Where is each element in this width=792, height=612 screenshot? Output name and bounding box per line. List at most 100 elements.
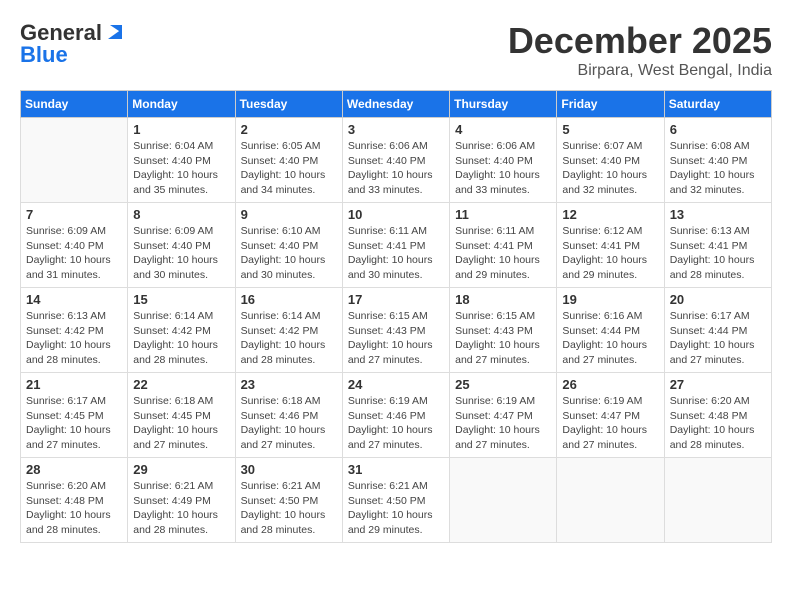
column-header-monday: Monday — [128, 91, 235, 118]
calendar-cell: 14 Sunrise: 6:13 AMSunset: 4:42 PMDayligh… — [21, 288, 128, 373]
day-info: Sunrise: 6:15 AMSunset: 4:43 PMDaylight:… — [455, 309, 551, 368]
day-number: 1 — [133, 122, 229, 137]
day-number: 18 — [455, 292, 551, 307]
calendar-cell — [557, 458, 664, 543]
week-row-2: 7 Sunrise: 6:09 AMSunset: 4:40 PMDaylight… — [21, 203, 772, 288]
calendar-cell: 8 Sunrise: 6:09 AMSunset: 4:40 PMDaylight… — [128, 203, 235, 288]
day-info: Sunrise: 6:19 AMSunset: 4:47 PMDaylight:… — [455, 394, 551, 453]
day-number: 8 — [133, 207, 229, 222]
day-number: 6 — [670, 122, 766, 137]
day-number: 14 — [26, 292, 122, 307]
logo-arrow-icon — [104, 21, 126, 43]
calendar-cell: 30 Sunrise: 6:21 AMSunset: 4:50 PMDayligh… — [235, 458, 342, 543]
calendar-cell: 21 Sunrise: 6:17 AMSunset: 4:45 PMDayligh… — [21, 373, 128, 458]
day-number: 29 — [133, 462, 229, 477]
day-number: 20 — [670, 292, 766, 307]
day-number: 5 — [562, 122, 658, 137]
day-number: 21 — [26, 377, 122, 392]
calendar-cell: 3 Sunrise: 6:06 AMSunset: 4:40 PMDaylight… — [342, 118, 449, 203]
column-header-saturday: Saturday — [664, 91, 771, 118]
day-number: 30 — [241, 462, 337, 477]
calendar-cell: 1 Sunrise: 6:04 AMSunset: 4:40 PMDaylight… — [128, 118, 235, 203]
day-number: 26 — [562, 377, 658, 392]
day-info: Sunrise: 6:04 AMSunset: 4:40 PMDaylight:… — [133, 139, 229, 198]
calendar-cell — [21, 118, 128, 203]
calendar-cell: 18 Sunrise: 6:15 AMSunset: 4:43 PMDayligh… — [450, 288, 557, 373]
day-info: Sunrise: 6:19 AMSunset: 4:47 PMDaylight:… — [562, 394, 658, 453]
day-info: Sunrise: 6:21 AMSunset: 4:50 PMDaylight:… — [241, 479, 337, 538]
calendar-cell: 23 Sunrise: 6:18 AMSunset: 4:46 PMDayligh… — [235, 373, 342, 458]
day-info: Sunrise: 6:14 AMSunset: 4:42 PMDaylight:… — [133, 309, 229, 368]
day-info: Sunrise: 6:11 AMSunset: 4:41 PMDaylight:… — [455, 224, 551, 283]
day-number: 11 — [455, 207, 551, 222]
week-row-5: 28 Sunrise: 6:20 AMSunset: 4:48 PMDayligh… — [21, 458, 772, 543]
day-number: 17 — [348, 292, 444, 307]
day-info: Sunrise: 6:13 AMSunset: 4:42 PMDaylight:… — [26, 309, 122, 368]
day-number: 24 — [348, 377, 444, 392]
day-info: Sunrise: 6:19 AMSunset: 4:46 PMDaylight:… — [348, 394, 444, 453]
day-info: Sunrise: 6:21 AMSunset: 4:50 PMDaylight:… — [348, 479, 444, 538]
day-info: Sunrise: 6:06 AMSunset: 4:40 PMDaylight:… — [455, 139, 551, 198]
day-number: 7 — [26, 207, 122, 222]
week-row-4: 21 Sunrise: 6:17 AMSunset: 4:45 PMDayligh… — [21, 373, 772, 458]
day-number: 23 — [241, 377, 337, 392]
page-header: General Blue December 2025 Birpara, West… — [20, 20, 772, 80]
day-info: Sunrise: 6:20 AMSunset: 4:48 PMDaylight:… — [26, 479, 122, 538]
day-number: 13 — [670, 207, 766, 222]
day-number: 16 — [241, 292, 337, 307]
day-info: Sunrise: 6:09 AMSunset: 4:40 PMDaylight:… — [26, 224, 122, 283]
calendar-cell: 2 Sunrise: 6:05 AMSunset: 4:40 PMDaylight… — [235, 118, 342, 203]
week-row-1: 1 Sunrise: 6:04 AMSunset: 4:40 PMDaylight… — [21, 118, 772, 203]
day-info: Sunrise: 6:09 AMSunset: 4:40 PMDaylight:… — [133, 224, 229, 283]
calendar-cell: 7 Sunrise: 6:09 AMSunset: 4:40 PMDaylight… — [21, 203, 128, 288]
day-number: 10 — [348, 207, 444, 222]
day-info: Sunrise: 6:21 AMSunset: 4:49 PMDaylight:… — [133, 479, 229, 538]
logo: General Blue — [20, 20, 126, 68]
calendar-cell: 5 Sunrise: 6:07 AMSunset: 4:40 PMDaylight… — [557, 118, 664, 203]
day-number: 3 — [348, 122, 444, 137]
calendar-cell: 22 Sunrise: 6:18 AMSunset: 4:45 PMDayligh… — [128, 373, 235, 458]
calendar-cell: 12 Sunrise: 6:12 AMSunset: 4:41 PMDayligh… — [557, 203, 664, 288]
calendar-cell: 24 Sunrise: 6:19 AMSunset: 4:46 PMDayligh… — [342, 373, 449, 458]
day-info: Sunrise: 6:06 AMSunset: 4:40 PMDaylight:… — [348, 139, 444, 198]
day-info: Sunrise: 6:05 AMSunset: 4:40 PMDaylight:… — [241, 139, 337, 198]
calendar-cell: 11 Sunrise: 6:11 AMSunset: 4:41 PMDayligh… — [450, 203, 557, 288]
day-info: Sunrise: 6:08 AMSunset: 4:40 PMDaylight:… — [670, 139, 766, 198]
day-number: 2 — [241, 122, 337, 137]
title-block: December 2025 Birpara, West Bengal, Indi… — [508, 20, 772, 80]
column-header-sunday: Sunday — [21, 91, 128, 118]
column-header-friday: Friday — [557, 91, 664, 118]
column-header-wednesday: Wednesday — [342, 91, 449, 118]
day-info: Sunrise: 6:18 AMSunset: 4:46 PMDaylight:… — [241, 394, 337, 453]
location-subtitle: Birpara, West Bengal, India — [508, 62, 772, 80]
day-info: Sunrise: 6:15 AMSunset: 4:43 PMDaylight:… — [348, 309, 444, 368]
calendar-cell: 15 Sunrise: 6:14 AMSunset: 4:42 PMDayligh… — [128, 288, 235, 373]
day-number: 22 — [133, 377, 229, 392]
day-info: Sunrise: 6:18 AMSunset: 4:45 PMDaylight:… — [133, 394, 229, 453]
calendar-cell — [450, 458, 557, 543]
calendar-cell: 10Sunrise: 6:11 AMSunset: 4:41 PMDayligh… — [342, 203, 449, 288]
day-number: 28 — [26, 462, 122, 477]
day-number: 12 — [562, 207, 658, 222]
day-number: 31 — [348, 462, 444, 477]
calendar-header-row: SundayMondayTuesdayWednesdayThursdayFrid… — [21, 91, 772, 118]
calendar-cell — [664, 458, 771, 543]
day-info: Sunrise: 6:20 AMSunset: 4:48 PMDaylight:… — [670, 394, 766, 453]
day-info: Sunrise: 6:17 AMSunset: 4:45 PMDaylight:… — [26, 394, 122, 453]
day-info: Sunrise: 6:16 AMSunset: 4:44 PMDaylight:… — [562, 309, 658, 368]
logo-blue: Blue — [20, 42, 68, 68]
calendar-cell: 4 Sunrise: 6:06 AMSunset: 4:40 PMDaylight… — [450, 118, 557, 203]
calendar-cell: 16Sunrise: 6:14 AMSunset: 4:42 PMDayligh… — [235, 288, 342, 373]
calendar-cell: 9Sunrise: 6:10 AMSunset: 4:40 PMDaylight… — [235, 203, 342, 288]
column-header-thursday: Thursday — [450, 91, 557, 118]
day-info: Sunrise: 6:17 AMSunset: 4:44 PMDaylight:… — [670, 309, 766, 368]
calendar-cell: 17 Sunrise: 6:15 AMSunset: 4:43 PMDayligh… — [342, 288, 449, 373]
day-info: Sunrise: 6:07 AMSunset: 4:40 PMDaylight:… — [562, 139, 658, 198]
day-number: 15 — [133, 292, 229, 307]
calendar-cell: 29 Sunrise: 6:21 AMSunset: 4:49 PMDayligh… — [128, 458, 235, 543]
calendar-cell: 31 Sunrise: 6:21 AMSunset: 4:50 PMDayligh… — [342, 458, 449, 543]
day-number: 25 — [455, 377, 551, 392]
day-info: Sunrise: 6:12 AMSunset: 4:41 PMDaylight:… — [562, 224, 658, 283]
calendar-cell: 26 Sunrise: 6:19 AMSunset: 4:47 PMDayligh… — [557, 373, 664, 458]
day-number: 4 — [455, 122, 551, 137]
